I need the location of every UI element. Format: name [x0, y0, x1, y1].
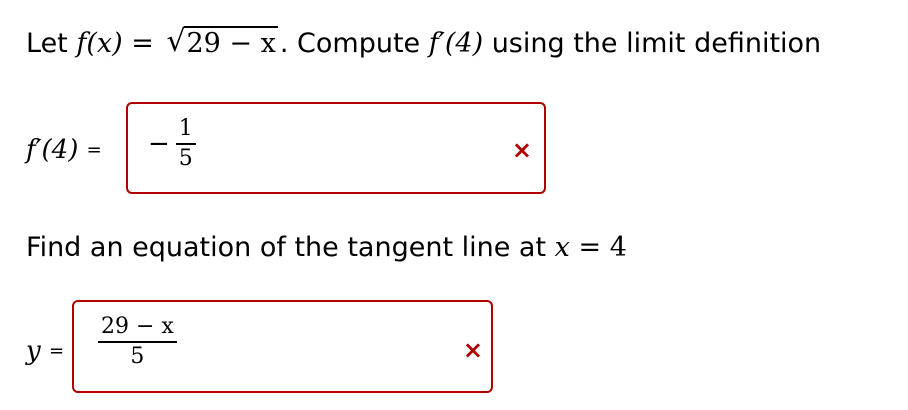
question-1-instruction: Compute — [288, 28, 429, 59]
question-2-equals: = — [578, 232, 602, 263]
question-1-text: Let f(x) = √ 29 − x . Compute f′(4) usin… — [26, 24, 822, 62]
function-definition-equals: = — [131, 28, 154, 59]
question-2-prompt: Find an equation of the tangent line at — [26, 232, 555, 263]
answer-1-equals: = — [86, 139, 102, 161]
answer-1-numerator: 1 — [175, 118, 196, 145]
answer-2-denominator: 5 — [130, 344, 145, 369]
answer-1-label: f′(4) — [26, 135, 79, 165]
function-definition-lhs: f(x) — [76, 28, 123, 59]
question-2-variable: x — [554, 232, 570, 263]
incorrect-x-icon: × — [462, 336, 483, 364]
derivative-expression: f′(4) — [428, 28, 484, 59]
question-1-prefix: Let — [26, 28, 77, 59]
question-2-text: Find an equation of the tangent line at … — [26, 230, 627, 266]
incorrect-x-icon: × — [511, 136, 532, 164]
radicand: 29 − x — [184, 26, 278, 59]
answer-2-fraction: 29 − x 5 — [98, 316, 177, 368]
answer-2-equals: = — [48, 340, 65, 362]
answer-2-label-group: y = — [26, 336, 64, 367]
answer-1-sign: − — [148, 129, 170, 159]
question-2-value: 4 — [609, 232, 627, 263]
answer-2-fraction-body: 29 − x 5 — [98, 316, 177, 368]
answer-1-fraction-body: 1 5 — [175, 118, 196, 171]
answer-1-fraction: − 1 5 — [148, 118, 196, 170]
answer-2-label: y — [26, 336, 41, 366]
square-root-expression: √ 29 − x — [166, 24, 278, 62]
radical-sign-icon: √ — [166, 24, 186, 59]
answer-2-input-box[interactable]: 29 − x 5 × — [72, 300, 493, 393]
answer-1-denominator: 5 — [178, 146, 193, 171]
answer-2-numerator: 29 − x — [98, 316, 177, 343]
answer-1-input-box[interactable]: − 1 5 × — [126, 102, 546, 194]
answer-1-label-group: f′(4) = — [26, 135, 102, 166]
question-1-instruction-tail: using the limit definition — [483, 28, 822, 59]
